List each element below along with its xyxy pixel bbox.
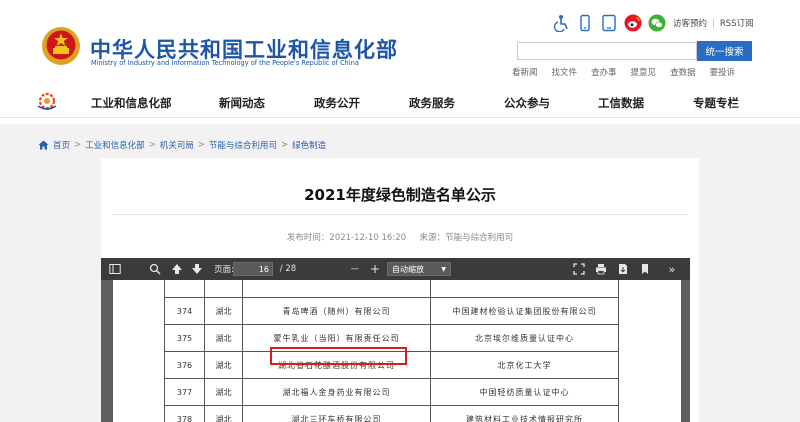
cell-org: 中国建材检验认证集团股份有限公司 <box>430 297 619 325</box>
site-header: 中华人民共和国工业和信息化部 Ministry of Industry and … <box>0 0 800 82</box>
breadcrumb-home[interactable]: 首页 <box>53 139 70 151</box>
search-button[interactable]: 统一搜索 <box>697 41 752 61</box>
table-row: 378 湖北 湖北三环车桥有限公司 建筑材料工业技术情报研究所 <box>164 405 619 422</box>
top-links: 访客预约 | RSS订阅 <box>673 17 754 29</box>
cell-province: 湖北 <box>204 351 243 379</box>
zoom-select[interactable]: 自动缩放 ▼ <box>387 262 451 276</box>
quick-link-news[interactable]: 看新闻 <box>512 66 538 78</box>
cell-org <box>430 280 619 298</box>
quick-link-feedback[interactable]: 提意见 <box>631 66 657 78</box>
pdf-toolbar: 页面: / 28 — + 自动缩放 ▼ » <box>101 258 690 280</box>
tablet-icon[interactable] <box>600 14 618 32</box>
cell-province: 湖北 <box>204 405 243 422</box>
cell-no: 374 <box>164 297 205 325</box>
cell-org: 北京埃尔维质量认证中心 <box>430 324 619 352</box>
chevron-down-icon: ▼ <box>441 265 446 273</box>
breadcrumb-separator: > <box>280 140 289 150</box>
source-name: 节能与综合利用司 <box>445 233 514 243</box>
breadcrumb-departments[interactable]: 机关司局 <box>160 139 194 151</box>
article-title: 2021年度绿色制造名单公示 <box>304 186 496 204</box>
cell-company <box>242 280 431 298</box>
nav-item-news[interactable]: 新闻动态 <box>219 95 265 111</box>
table-row: 374 湖北 青岛啤酒（随州）有限公司 中国建材检验认证集团股份有限公司 <box>164 297 619 325</box>
zoom-in-button[interactable]: + <box>367 261 383 277</box>
previous-page-icon[interactable] <box>169 261 185 277</box>
cell-company: 青岛啤酒（随州）有限公司 <box>242 297 431 325</box>
bookmark-icon[interactable] <box>637 261 653 277</box>
fullscreen-icon[interactable] <box>571 261 587 277</box>
wechat-icon[interactable] <box>648 14 666 32</box>
cell-no <box>164 280 205 298</box>
breadcrumb-energy-dept[interactable]: 节能与综合利用司 <box>209 139 277 151</box>
top-icon-bar <box>552 14 672 33</box>
print-icon[interactable] <box>593 261 609 277</box>
breadcrumb-separator: > <box>74 140 82 150</box>
find-icon[interactable] <box>147 261 163 277</box>
breadcrumb: 首页 > 工业和信息化部 > 机关司局 > 节能与综合利用司 > 绿色制造 <box>38 139 326 151</box>
nav-item-miit[interactable]: 工业和信息化部 <box>91 95 172 111</box>
nav-item-participation[interactable]: 公众参与 <box>504 95 550 111</box>
breadcrumb-green-manufacturing[interactable]: 绿色制造 <box>292 139 326 151</box>
cell-org: 北京化工大学 <box>430 351 619 379</box>
cell-no: 375 <box>164 324 205 352</box>
visitor-appointment-link[interactable]: 访客预约 <box>673 17 707 29</box>
publish-time: 2021-12-10 16:20 <box>329 233 407 243</box>
breadcrumb-separator: > <box>148 140 156 150</box>
nav-item-services[interactable]: 政务服务 <box>409 95 455 111</box>
source-label: 来源： <box>419 233 446 243</box>
cell-no: 377 <box>164 378 205 406</box>
highlight-box <box>270 347 407 365</box>
nav-item-data[interactable]: 工信数据 <box>598 95 644 111</box>
miit-logo-icon[interactable] <box>36 92 58 110</box>
breadcrumb-separator: > <box>197 140 205 150</box>
cell-province: 湖北 <box>204 378 243 406</box>
quick-link-complaint[interactable]: 要投诉 <box>710 66 736 78</box>
search-input[interactable] <box>517 42 697 60</box>
national-emblem-icon <box>42 27 80 65</box>
accessibility-icon[interactable] <box>552 14 570 33</box>
weibo-icon[interactable] <box>624 14 642 32</box>
cell-province <box>204 280 243 298</box>
cell-province: 湖北 <box>204 324 243 352</box>
cell-company: 湖北三环车桥有限公司 <box>242 405 431 422</box>
cell-no: 376 <box>164 351 205 379</box>
divider: | <box>712 19 715 29</box>
rss-link[interactable]: RSS订阅 <box>720 17 754 29</box>
home-icon <box>38 140 49 150</box>
article-meta: 发布时间：2021-12-10 16:20 来源：节能与综合利用司 <box>101 231 699 243</box>
quick-links: 看新闻 找文件 查办事 提意见 查数据 要投诉 <box>512 66 749 78</box>
zoom-select-value: 自动缩放 <box>392 264 424 274</box>
cell-company: 湖北福人金身药业有限公司 <box>242 378 431 406</box>
sidebar-toggle-icon[interactable] <box>107 261 123 277</box>
nav-item-public-affairs[interactable]: 政务公开 <box>314 95 360 111</box>
breadcrumb-miit[interactable]: 工业和信息化部 <box>85 139 145 151</box>
cell-org: 建筑材料工业技术情报研究所 <box>430 405 619 422</box>
tools-menu-icon[interactable]: » <box>663 261 681 277</box>
main-nav: 工业和信息化部 新闻动态 政务公开 政务服务 公众参与 工信数据 专题专栏 <box>0 86 800 118</box>
cell-province: 湖北 <box>204 297 243 325</box>
title-divider <box>113 214 687 215</box>
quick-link-files[interactable]: 找文件 <box>552 66 578 78</box>
page-number-input[interactable] <box>233 262 273 276</box>
next-page-icon[interactable] <box>189 261 205 277</box>
zoom-out-button[interactable]: — <box>347 261 363 277</box>
site-subtitle: Ministry of Industry and Information Tec… <box>91 59 359 67</box>
publish-time-label: 发布时间： <box>286 233 330 243</box>
quick-link-services[interactable]: 查办事 <box>591 66 617 78</box>
cell-org: 中国轻纺质量认证中心 <box>430 378 619 406</box>
quick-link-data[interactable]: 查数据 <box>670 66 696 78</box>
cell-no: 378 <box>164 405 205 422</box>
total-pages: / 28 <box>279 264 297 274</box>
table-row: 377 湖北 湖北福人金身药业有限公司 中国轻纺质量认证中心 <box>164 378 619 406</box>
table-row <box>164 280 619 298</box>
mobile-icon[interactable] <box>576 14 594 32</box>
nav-item-topics[interactable]: 专题专栏 <box>693 95 739 111</box>
download-icon[interactable] <box>615 261 631 277</box>
